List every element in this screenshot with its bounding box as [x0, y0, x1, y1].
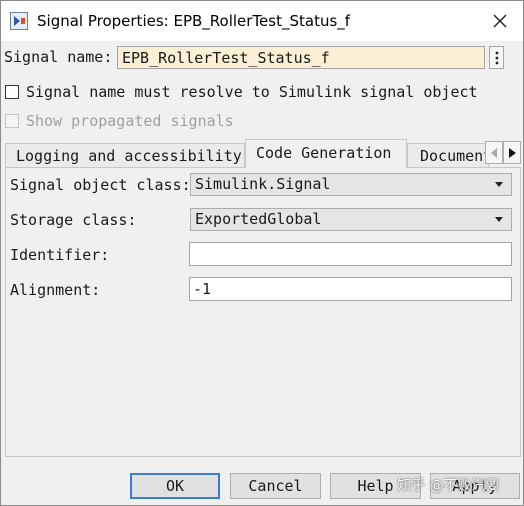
signal-name-label: Signal name: — [4, 48, 113, 66]
tab-bar: Logging and accessibility Code Generatio… — [5, 139, 523, 168]
identifier-label: Identifier: — [10, 246, 110, 264]
storage-class-label: Storage class: — [10, 211, 137, 229]
signal-name-input[interactable]: EPB_RollerTest_Status_f — [117, 46, 485, 69]
storage-class-value: ExportedGlobal — [195, 210, 322, 228]
signal-properties-dialog: Signal Properties: EPB_RollerTest_Status… — [0, 0, 524, 506]
chevron-down-icon — [495, 217, 503, 222]
storage-class-select[interactable]: ExportedGlobal — [190, 208, 512, 231]
tab-scroll-controls — [485, 141, 521, 164]
identifier-field[interactable] — [189, 242, 512, 266]
alignment-label: Alignment: — [10, 281, 101, 299]
simulink-signal-icon — [10, 12, 28, 30]
show-propagated-label: Show propagated signals — [26, 112, 234, 130]
tab-documentation[interactable]: Documentation — [407, 143, 489, 167]
chevron-down-icon — [495, 182, 503, 187]
tab-logging-accessibility[interactable]: Logging and accessibility — [5, 143, 245, 167]
watermark-text: 知乎 @不败汽要 — [397, 478, 500, 494]
chevron-left-icon[interactable] — [485, 141, 503, 164]
show-propagated-checkbox[interactable] — [5, 114, 19, 128]
cancel-button[interactable]: Cancel — [230, 473, 321, 499]
must-resolve-checkbox[interactable] — [5, 85, 19, 99]
ok-button[interactable]: OK — [130, 473, 220, 499]
kebab-menu-icon[interactable] — [489, 46, 504, 69]
signal-object-class-select[interactable]: Simulink.Signal — [190, 173, 512, 196]
window-title: Signal Properties: EPB_RollerTest_Status… — [37, 12, 351, 30]
title-bar: Signal Properties: EPB_RollerTest_Status… — [1, 1, 523, 41]
must-resolve-label: Signal name must resolve to Simulink sig… — [26, 83, 478, 101]
chevron-right-icon[interactable] — [503, 141, 521, 164]
tab-code-generation[interactable]: Code Generation — [245, 139, 407, 168]
signal-object-class-label: Signal object class: — [10, 176, 191, 194]
close-icon[interactable] — [485, 7, 515, 35]
tab-documentation-label: Documentation — [420, 147, 488, 165]
code-generation-panel: Signal object class: Simulink.Signal Sto… — [5, 167, 521, 457]
signal-object-class-value: Simulink.Signal — [195, 175, 331, 193]
alignment-field[interactable]: -1 — [189, 277, 512, 301]
